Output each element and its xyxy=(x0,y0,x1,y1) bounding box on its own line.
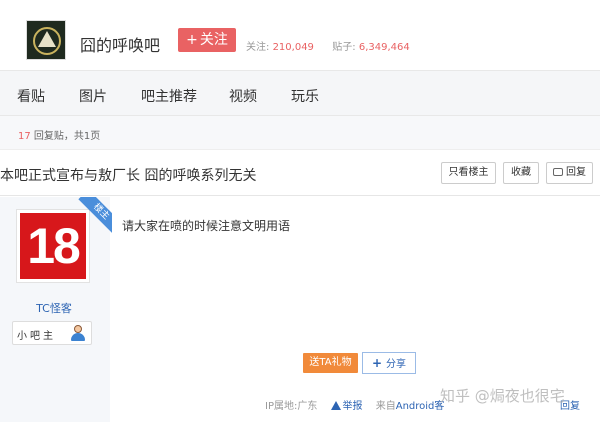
nav-item-recommended[interactable]: 吧主推荐 xyxy=(141,86,197,106)
bar-logo[interactable] xyxy=(26,20,66,60)
report-link[interactable]: 举报 xyxy=(330,397,363,412)
nav-item-games[interactable]: 玩乐 xyxy=(291,86,319,106)
post-footer: IP属地:广东 举报 来自Android客 xyxy=(265,397,444,412)
bar-name[interactable]: 囧的呼唤吧 xyxy=(80,32,160,56)
thread-title-row: 本吧正式宣布与敖厂长 囧的呼唤系列无关 只看楼主 收藏 回复 xyxy=(0,150,600,196)
op-ribbon-label: 楼主 xyxy=(78,197,112,235)
followers-label: 关注: xyxy=(246,42,270,53)
thread-info-bar: 17 回复贴，共1页 xyxy=(0,116,600,150)
reply-button[interactable]: 回复 xyxy=(546,162,593,184)
share-button[interactable]: + 分享 xyxy=(362,352,416,374)
post-content: 请大家在喷的时候注意文明用语 xyxy=(122,219,291,233)
followers-count: 210,049 xyxy=(272,42,314,53)
plus-icon: + xyxy=(186,32,198,48)
send-gift-button[interactable]: 送TA礼物 xyxy=(303,353,358,373)
only-op-button[interactable]: 只看楼主 xyxy=(441,162,496,184)
favorite-button[interactable]: 收藏 xyxy=(503,162,539,184)
posts-label: 贴子: xyxy=(332,42,356,53)
bar-header: 囧的呼唤吧 + 关注 关注: 210,049 贴子: 6,349,464 xyxy=(0,0,600,70)
source-client-link[interactable]: Android客 xyxy=(396,401,445,412)
author-username[interactable]: TC怪客 xyxy=(0,300,108,316)
follow-label: 关注 xyxy=(199,32,228,48)
reply-count: 17 xyxy=(18,131,31,142)
reply-button-label: 回复 xyxy=(566,167,586,178)
posts-count: 6,349,464 xyxy=(358,42,410,53)
thread-title: 本吧正式宣布与敖厂长 囧的呼唤系列无关 xyxy=(0,168,257,184)
reply-count-label: 回复贴，共1页 xyxy=(33,131,101,142)
author-sidebar: 18 楼主 TC怪客 小吧主 xyxy=(0,197,112,422)
ip-location: IP属地:广东 xyxy=(265,401,318,412)
report-label: 举报 xyxy=(342,401,363,412)
warning-icon xyxy=(330,401,341,410)
follow-button[interactable]: + 关注 xyxy=(178,28,236,52)
plus-icon: + xyxy=(371,356,383,370)
watermark: 知乎 @焗夜也很宅 xyxy=(440,387,565,405)
bar-nav: 看贴 图片 吧主推荐 视频 玩乐 xyxy=(0,70,600,116)
reply-icon xyxy=(553,168,563,176)
moderator-badge-label: 小吧主 xyxy=(17,331,56,342)
op-ribbon: 楼主 xyxy=(68,197,112,241)
nav-item-videos[interactable]: 视频 xyxy=(229,86,257,106)
bar-stats: 关注: 210,049 贴子: 6,349,464 xyxy=(246,38,410,53)
nav-item-images[interactable]: 图片 xyxy=(79,86,107,106)
nav-item-posts[interactable]: 看贴 xyxy=(17,86,45,106)
post-source: 来自Android客 xyxy=(376,401,445,412)
person-icon xyxy=(69,324,87,342)
source-prefix: 来自 xyxy=(375,401,396,412)
share-label: 分享 xyxy=(386,359,407,370)
moderator-badge: 小吧主 xyxy=(12,321,92,345)
reply-count-text: 17 回复贴，共1页 xyxy=(18,127,100,142)
